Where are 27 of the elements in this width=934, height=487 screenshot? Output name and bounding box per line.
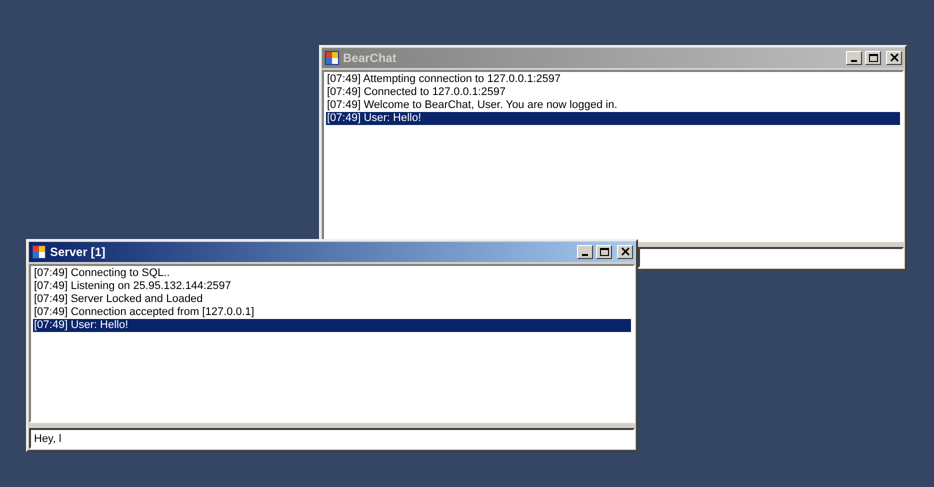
message-item[interactable]: [07:49] Welcome to BearChat, User. You are now logged in. — [326, 99, 900, 112]
maximize-button[interactable] — [596, 245, 612, 259]
minimize-icon — [851, 60, 857, 62]
maximize-button[interactable] — [865, 51, 881, 65]
app-icon — [324, 50, 340, 66]
maximize-icon — [598, 247, 610, 257]
app-icon — [31, 244, 47, 260]
message-item[interactable]: [07:49] Server Locked and Loaded — [33, 293, 631, 306]
message-item[interactable]: [07:49] Attempting connection to 127.0.0.1:2597 — [326, 73, 900, 86]
message-item[interactable]: [07:49] Listening on 25.95.132.144:2597 — [33, 280, 631, 293]
message-item[interactable]: [07:49] Connected to 127.0.0.1:2597 — [326, 86, 900, 99]
window-title: Server [1] — [50, 244, 106, 261]
minimize-icon — [582, 254, 588, 256]
message-input[interactable]: Hey, l — [29, 428, 635, 449]
message-item[interactable]: [07:49] User: Hello! — [33, 319, 631, 332]
message-item[interactable]: [07:49] Connection accepted from [127.0.0.1] — [33, 306, 631, 319]
close-button[interactable] — [886, 51, 902, 65]
minimize-button[interactable] — [846, 51, 862, 65]
close-icon — [620, 247, 630, 257]
window-title: BearChat — [343, 50, 398, 67]
maximize-icon — [868, 53, 878, 63]
close-icon — [888, 53, 900, 63]
close-button[interactable] — [617, 245, 633, 259]
message-item[interactable]: [07:49] Connecting to SQL.. — [33, 267, 631, 280]
minimize-button[interactable] — [577, 245, 593, 259]
message-input[interactable] — [638, 247, 904, 268]
message-item[interactable]: [07:49] User: Hello! — [326, 112, 900, 125]
